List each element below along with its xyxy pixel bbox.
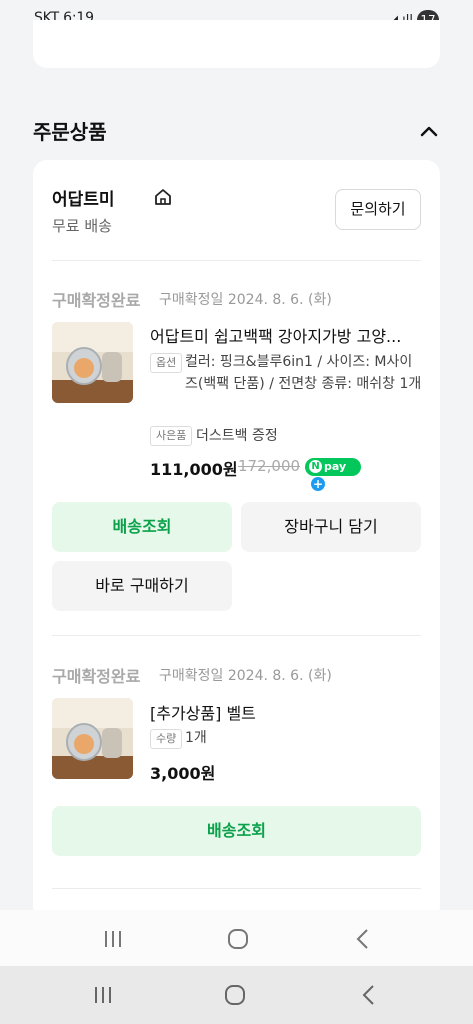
home-circle-icon[interactable] — [223, 983, 247, 1007]
recent-apps-icon[interactable] — [101, 927, 125, 951]
product-thumbnail[interactable] — [52, 322, 133, 403]
system-navigation-bar — [0, 966, 473, 1024]
back-icon[interactable] — [357, 983, 381, 1007]
product-image — [52, 698, 133, 779]
delivery-tracking-button[interactable]: 배송조회 — [52, 502, 232, 552]
order-info-clipped — [53, 26, 57, 42]
app-navigation-bar — [0, 910, 473, 966]
divider — [52, 888, 421, 889]
gift-tag: 사은품 — [150, 426, 193, 446]
home-circle-icon[interactable] — [226, 927, 250, 951]
quantity-tag: 수량 — [150, 729, 183, 749]
confirm-date: 구매확정일 2024. 8. 6. (화) — [159, 292, 332, 308]
gift-text: 더스트백 증정 — [196, 428, 278, 444]
order-products-card: 어답트미 무료 배송 문의하기 구매확정완료 구매확정일 2024. 8. 6.… — [33, 160, 440, 920]
back-icon[interactable] — [351, 927, 375, 951]
product-thumbnail[interactable] — [52, 698, 133, 779]
confirm-date: 구매확정일 2024. 8. 6. (화) — [159, 668, 332, 684]
seller-name[interactable]: 어답트미 — [52, 185, 115, 210]
original-price: 172,000 — [238, 457, 301, 475]
shipping-info: 무료 배송 — [52, 217, 112, 235]
option-tag: 옵션 — [150, 353, 183, 373]
delivery-tracking-button[interactable]: 배송조회 — [52, 806, 421, 856]
recent-apps-icon[interactable] — [91, 983, 115, 1007]
divider — [52, 635, 421, 636]
chevron-up-icon[interactable] — [418, 120, 440, 142]
order-status: 구매확정완료 — [52, 291, 141, 310]
product-price: 3,000원 — [150, 764, 216, 783]
order-info-card — [33, 20, 440, 68]
order-products-header[interactable]: 주문상품 — [33, 112, 440, 152]
order-status: 구매확정완료 — [52, 667, 141, 686]
option-text: 컬러: 핑크&블루6in1 / 사이즈: M사이즈(백팩 단품) / 전면창 종… — [185, 354, 422, 392]
divider — [52, 260, 421, 261]
quantity-text: 1개 — [185, 730, 207, 746]
npay-badge: Npay+ — [305, 458, 361, 491]
product-price: 111,000원 — [150, 460, 238, 479]
product-image — [52, 322, 133, 403]
home-icon[interactable] — [154, 188, 172, 206]
section-title: 주문상품 — [33, 120, 107, 144]
inquiry-button[interactable]: 문의하기 — [335, 189, 421, 230]
plus-icon: + — [311, 477, 325, 491]
product-name[interactable]: 어답트미 쉽고백팩 강아지가방 고양... — [150, 323, 422, 347]
buy-now-button[interactable]: 바로 구매하기 — [52, 561, 232, 611]
add-to-cart-button[interactable]: 장바구니 담기 — [241, 502, 421, 552]
npay-label: pay — [324, 460, 347, 473]
product-name[interactable]: [추가상품] 벨트 — [150, 700, 422, 724]
